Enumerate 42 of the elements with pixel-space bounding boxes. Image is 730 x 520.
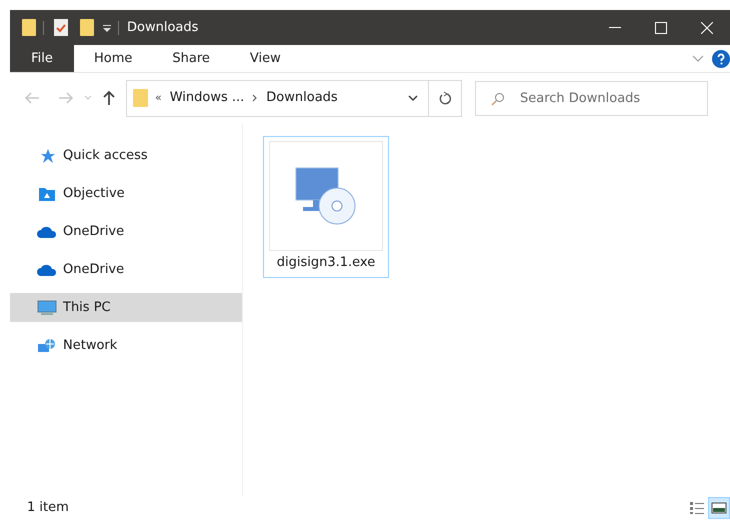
dropdown-icon[interactable] xyxy=(408,94,418,102)
installer-icon xyxy=(295,167,357,225)
folder-icon xyxy=(133,89,148,107)
large-icons-view-button[interactable] xyxy=(708,497,730,519)
picture-icon xyxy=(711,501,727,515)
nav-item[interactable]: Network xyxy=(10,331,242,360)
search-field[interactable]: Search Downloads xyxy=(475,80,708,116)
details-view-icon xyxy=(689,501,705,515)
file-name: digisign3.1.exe xyxy=(276,254,376,272)
maximize-icon xyxy=(655,22,667,34)
ribbon-tab[interactable]: View xyxy=(230,45,301,72)
cloud-icon xyxy=(37,224,57,238)
item-count: 1 item xyxy=(27,499,69,518)
file-item[interactable]: digisign3.1.exe xyxy=(263,136,389,278)
chevron-right-icon xyxy=(252,94,258,102)
folder-icon xyxy=(38,186,56,202)
monitor-icon xyxy=(37,300,57,316)
ribbon-tab[interactable]: File xyxy=(10,45,74,72)
search-icon xyxy=(491,92,505,106)
refresh-icon[interactable] xyxy=(439,91,451,105)
nav-item[interactable]: OneDrive xyxy=(10,217,242,246)
properties-icon[interactable] xyxy=(54,19,68,36)
address-bar[interactable]: « Windows ... Downloads xyxy=(126,80,462,116)
close-icon xyxy=(701,22,713,34)
help-icon[interactable] xyxy=(712,50,730,68)
network-icon xyxy=(37,338,57,354)
ribbon-tab[interactable]: Share xyxy=(152,45,230,72)
breadcrumb-overflow[interactable]: « xyxy=(155,90,162,106)
cloud-icon xyxy=(37,262,57,276)
nav-item[interactable]: OneDrive xyxy=(10,255,242,284)
expand-ribbon-icon[interactable] xyxy=(692,54,704,62)
breadcrumb-segment[interactable]: Downloads xyxy=(266,88,338,108)
window-title: Downloads xyxy=(127,18,198,37)
folder-icon xyxy=(22,19,36,36)
nav-item[interactable]: Objective xyxy=(10,179,242,208)
dropdown-icon[interactable] xyxy=(102,22,112,32)
up-arrow-icon[interactable] xyxy=(102,90,116,106)
minimize-icon xyxy=(609,26,621,28)
breadcrumb-segment[interactable]: Windows ... xyxy=(170,88,244,108)
ribbon-tab[interactable]: Home xyxy=(74,45,152,72)
nav-item[interactable]: Quick access xyxy=(10,141,242,170)
nav-item[interactable]: This PC xyxy=(10,293,242,322)
